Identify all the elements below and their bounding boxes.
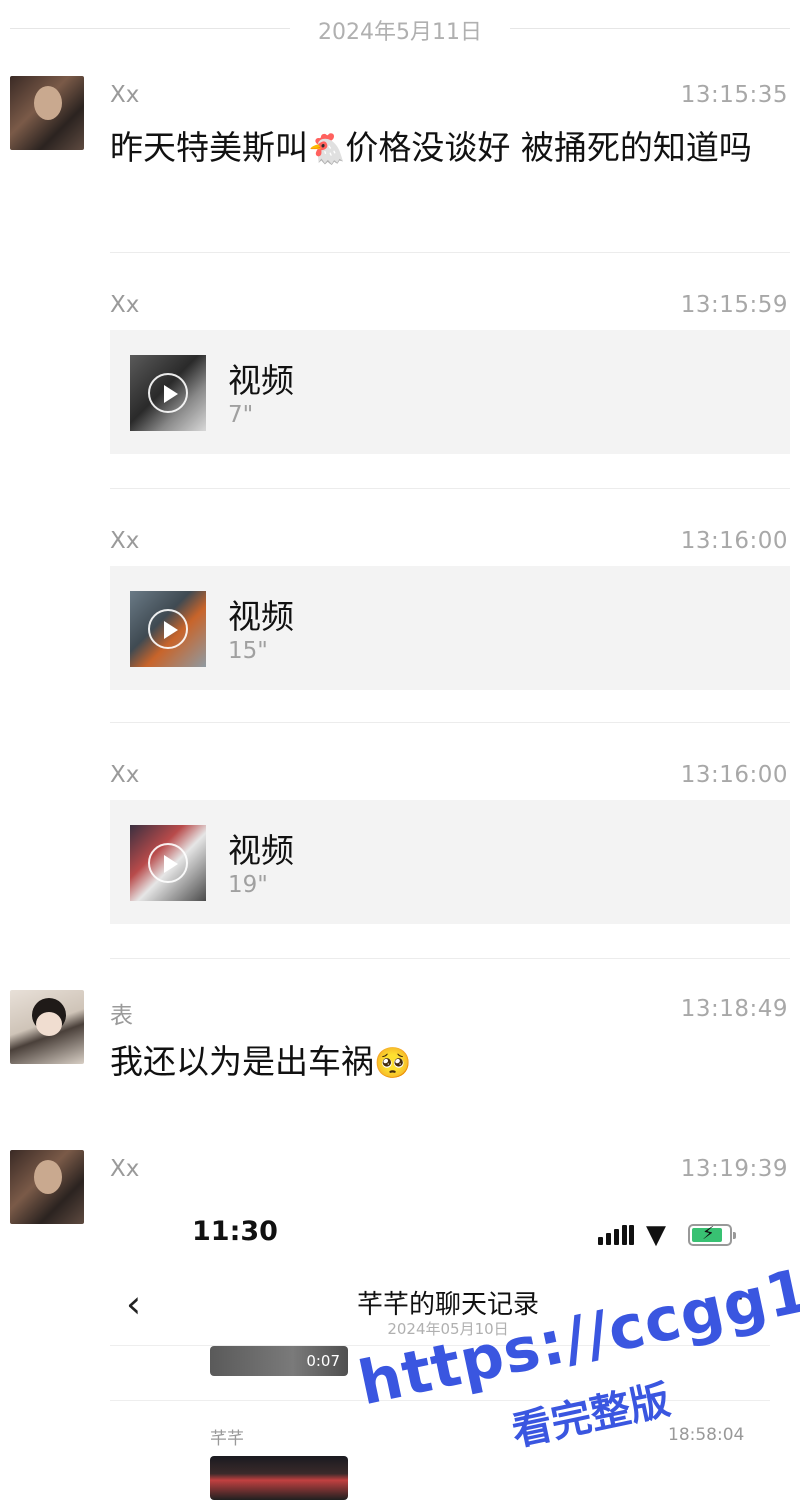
cellular-signal-icon [598,1223,634,1245]
avatar[interactable] [10,76,84,150]
sender-name: Xx [110,762,140,788]
message-text-part: 我还以为是出车祸 [110,1042,374,1081]
date-label: 2024年5月11日 [318,20,482,45]
video-message-card[interactable]: 视频 7" [110,330,790,454]
embedded-video-duration: 0:07 [306,1352,340,1370]
message-time: 13:19:39 [680,1156,788,1182]
message-time: 13:16:00 [680,528,788,554]
sender-name: Xx [110,292,140,318]
avatar[interactable] [10,990,84,1064]
status-bar-time: 11:30 [192,1216,278,1247]
embedded-message-time: 18:58:04 [668,1425,745,1445]
wifi-icon: ▼ [646,1220,666,1250]
embedded-video-thumbnail[interactable] [210,1456,348,1500]
video-thumbnail[interactable] [130,591,206,667]
video-duration: 19" [228,872,268,898]
message-time: 13:16:00 [680,762,788,788]
video-duration: 15" [228,638,268,664]
divider-line-right [510,28,790,29]
chicken-emoji-icon: 🐔 [308,131,346,167]
play-icon [148,373,188,413]
message-separator [110,252,790,253]
sender-name: 表 [110,1003,133,1029]
embedded-video-thumbnail[interactable]: 0:07 [210,1346,348,1376]
video-label: 视频 [228,831,294,870]
message-time: 13:15:35 [680,82,788,108]
pleading-face-emoji-icon: 🥺 [374,1045,412,1081]
message-text[interactable]: 我还以为是出车祸🥺 [110,1036,790,1090]
battery-charging-icon: ⚡ [688,1223,736,1246]
video-duration: 7" [228,402,254,428]
avatar[interactable] [10,1150,84,1224]
message-text-part: 价格没谈好 被捅死的知道吗 [345,128,752,167]
sender-name: Xx [110,528,140,554]
sender-name: Xx [110,1156,140,1182]
video-thumbnail[interactable] [130,355,206,431]
video-message-card[interactable]: 视频 19" [110,800,790,924]
video-label: 视频 [228,597,294,636]
date-divider: 2024年5月11日 [0,8,800,48]
message-separator [110,958,790,959]
video-message-card[interactable]: 视频 15" [110,566,790,690]
embedded-sender-name: 芊芊 [210,1429,244,1449]
message-time: 13:18:49 [680,996,788,1022]
message-text-part: 昨天特美斯叫 [110,128,308,167]
video-thumbnail[interactable] [130,825,206,901]
play-icon [148,609,188,649]
sender-name: Xx [110,82,140,108]
message-time: 13:15:59 [680,292,788,318]
message-separator [110,722,790,723]
video-label: 视频 [228,361,294,400]
message-separator [110,488,790,489]
message-text[interactable]: 昨天特美斯叫🐔价格没谈好 被捅死的知道吗 [110,122,790,176]
play-icon [148,843,188,883]
